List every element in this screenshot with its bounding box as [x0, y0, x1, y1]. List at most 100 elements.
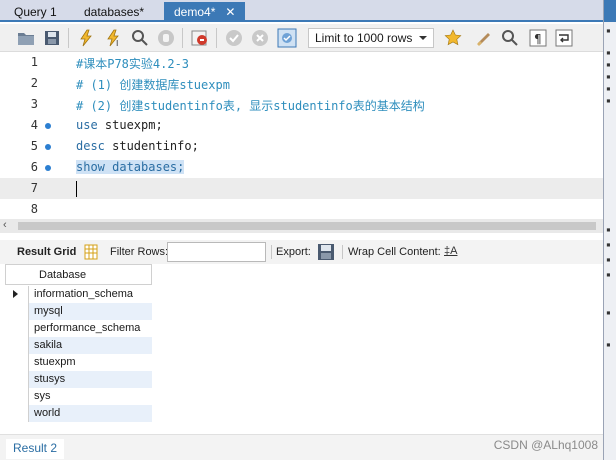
- code-comment: #课本P78实验4.2-3: [76, 57, 190, 71]
- row-marker[interactable]: [5, 388, 29, 405]
- tab-label: demo4*: [174, 5, 216, 19]
- svg-text:¶: ¶: [534, 32, 542, 46]
- autocommit-toggle-icon[interactable]: [277, 28, 297, 48]
- table-row[interactable]: stuexpm: [5, 354, 152, 371]
- panel-glyph: ▪: [606, 255, 611, 264]
- editor-line: 1 #课本P78实验4.2-3: [0, 52, 603, 73]
- code-text: studentinfo;: [104, 139, 199, 153]
- table-cell[interactable]: information_schema: [29, 286, 152, 303]
- table-row[interactable]: sakila: [5, 337, 152, 354]
- code-keyword-selected: show databases;: [76, 160, 185, 174]
- wrap-cell-toggle-icon[interactable]: ‡A: [444, 245, 457, 257]
- editor-line: 8: [0, 199, 603, 220]
- stop-hand-icon[interactable]: [156, 28, 176, 48]
- tab-query-1[interactable]: Query 1: [4, 2, 67, 22]
- editor-line-current: 7: [0, 178, 603, 199]
- toolbar-separator: [68, 28, 69, 48]
- panel-title-strip: [604, 0, 616, 22]
- toolbar-separator: [342, 245, 343, 259]
- commit-check-icon[interactable]: [224, 28, 244, 48]
- table-row[interactable]: performance_schema: [5, 320, 152, 337]
- rollback-x-icon[interactable]: [250, 28, 270, 48]
- editor-line: 5 desc studentinfo;: [0, 136, 603, 157]
- table-cell[interactable]: sys: [29, 388, 152, 405]
- export-icon[interactable]: [317, 243, 335, 264]
- grid-header-database[interactable]: Database: [5, 264, 152, 285]
- tab-result-2[interactable]: Result 2: [6, 439, 65, 459]
- tab-databases[interactable]: databases*: [74, 2, 154, 22]
- column-header-label: Database: [39, 269, 87, 281]
- table-row[interactable]: information_schema: [5, 286, 152, 303]
- line-number: 2: [30, 76, 38, 90]
- panel-glyph: ▪: [606, 48, 611, 57]
- wrap-cell-label: Wrap Cell Content:: [348, 246, 441, 258]
- panel-glyph: ▪: [606, 270, 611, 279]
- statement-marker-icon: [45, 123, 51, 129]
- statement-marker-icon: [45, 165, 51, 171]
- result-grid-label[interactable]: Result Grid: [17, 246, 76, 258]
- table-row[interactable]: mysql: [5, 303, 152, 320]
- execute-current-icon[interactable]: I: [104, 28, 124, 48]
- filter-rows-input[interactable]: [167, 242, 266, 262]
- add-snippet-star-icon[interactable]: [443, 28, 463, 48]
- row-marker[interactable]: [5, 286, 29, 303]
- editor-line: 2 # (1) 创建数据库stuexpm: [0, 73, 603, 94]
- editor-horizontal-scrollbar[interactable]: ‹: [0, 219, 603, 233]
- row-marker[interactable]: [5, 337, 29, 354]
- export-label: Export:: [276, 246, 311, 258]
- toggle-error-icon[interactable]: [190, 28, 210, 48]
- line-number: 7: [30, 181, 38, 195]
- table-row[interactable]: stusys: [5, 371, 152, 388]
- scrollbar-thumb[interactable]: [18, 222, 596, 230]
- query-tab-bar: Query 1 databases* demo4* ✕: [0, 0, 603, 22]
- row-marker[interactable]: [5, 405, 29, 422]
- code-statement: desc studentinfo;: [76, 139, 199, 153]
- line-number: 5: [30, 139, 38, 153]
- tab-label: databases*: [84, 5, 145, 19]
- panel-glyph: ▪: [606, 84, 611, 93]
- panel-glyph: ▪: [606, 26, 611, 35]
- table-cell[interactable]: world: [29, 405, 152, 422]
- invisible-chars-icon[interactable]: ¶: [528, 28, 548, 48]
- table-cell[interactable]: sakila: [29, 337, 152, 354]
- row-marker[interactable]: [5, 303, 29, 320]
- panel-glyph: ▪: [606, 225, 611, 234]
- wrap-lines-icon[interactable]: [554, 28, 574, 48]
- tab-label: Query 1: [14, 5, 57, 19]
- execute-lightning-icon[interactable]: [76, 28, 96, 48]
- line-number: 8: [30, 202, 38, 216]
- table-cell[interactable]: mysql: [29, 303, 152, 320]
- beautify-broom-icon[interactable]: [474, 28, 494, 48]
- code-text: stuexpm;: [97, 118, 163, 132]
- line-number: 4: [30, 118, 38, 132]
- chevron-left-icon[interactable]: ‹: [3, 219, 7, 231]
- table-cell[interactable]: stuexpm: [29, 354, 152, 371]
- open-folder-icon[interactable]: [16, 28, 36, 48]
- table-cell[interactable]: performance_schema: [29, 320, 152, 337]
- code-keyword: use: [76, 118, 98, 132]
- code-statement: show databases;: [76, 160, 185, 174]
- explain-magnifier-icon[interactable]: [130, 28, 150, 48]
- find-magnifier-icon[interactable]: [500, 28, 520, 48]
- limit-rows-value: Limit to 1000 rows: [315, 31, 413, 45]
- sql-editor[interactable]: 1 #课本P78实验4.2-3 2 # (1) 创建数据库stuexpm 3 #…: [0, 52, 603, 219]
- table-row[interactable]: sys: [5, 388, 152, 405]
- row-marker[interactable]: [5, 320, 29, 337]
- table-row[interactable]: world: [5, 405, 152, 422]
- limit-rows-select[interactable]: Limit to 1000 rows: [308, 28, 434, 48]
- line-number: 1: [30, 55, 38, 69]
- table-cell[interactable]: stusys: [29, 371, 152, 388]
- tab-demo4[interactable]: demo4* ✕: [164, 2, 246, 22]
- toolbar-separator: [271, 245, 272, 259]
- panel-glyph: ▪: [606, 240, 611, 249]
- line-number: 6: [30, 160, 38, 174]
- current-row-arrow-icon: [13, 290, 18, 298]
- row-marker[interactable]: [5, 371, 29, 388]
- save-icon[interactable]: [42, 28, 62, 48]
- grid-icon[interactable]: [84, 244, 98, 263]
- row-marker[interactable]: [5, 354, 29, 371]
- code-keyword: desc: [76, 139, 105, 153]
- code-statement: use stuexpm;: [76, 118, 163, 132]
- code-comment: # (1) 创建数据库stuexpm: [76, 78, 230, 92]
- close-icon[interactable]: ✕: [225, 5, 235, 19]
